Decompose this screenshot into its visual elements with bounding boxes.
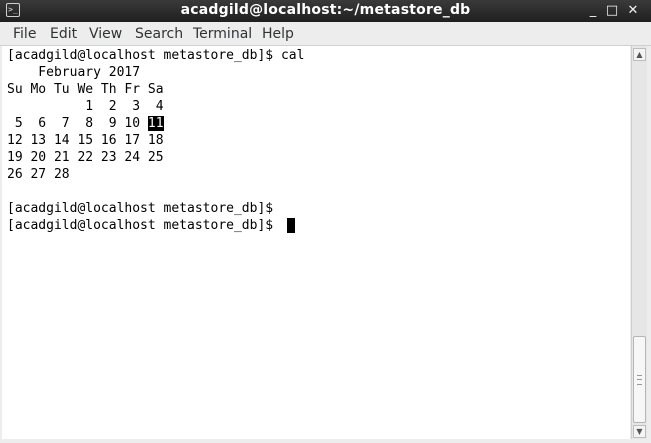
- prompt-line: [acadgild@localhost metastore_db]$ cal: [7, 47, 304, 64]
- calendar-week-4: 19 20 21 22 23 24 25: [7, 150, 164, 165]
- calendar-week-2: 5 6 7 8 9 10 11: [7, 115, 164, 132]
- close-button[interactable]: ✕: [624, 2, 642, 20]
- terminal-output[interactable]: [acadgild@localhost metastore_db]$ cal F…: [2, 46, 630, 439]
- calendar-week-1: 1 2 3 4: [7, 99, 164, 114]
- title-bar[interactable]: >_ acadgild@localhost:~/metastore_db _ □…: [0, 0, 651, 22]
- menu-bar: File Edit View Search Terminal Help: [0, 22, 651, 46]
- calendar-weekdays: Su Mo Tu We Th Fr Sa: [7, 82, 164, 97]
- menu-edit[interactable]: Edit: [50, 22, 77, 46]
- menu-file[interactable]: File: [13, 22, 36, 46]
- calendar-week-3: 12 13 14 15 16 17 18: [7, 133, 164, 148]
- menu-view[interactable]: View: [89, 22, 122, 46]
- scroll-down-icon[interactable]: ▼: [633, 425, 646, 438]
- terminal-window: >_ acadgild@localhost:~/metastore_db _ □…: [0, 0, 651, 443]
- scroll-up-icon[interactable]: ▲: [633, 48, 646, 61]
- prompt-line-3: [acadgild@localhost metastore_db]$: [7, 218, 274, 233]
- maximize-button[interactable]: □: [603, 2, 621, 20]
- minimize-button[interactable]: _: [584, 2, 602, 20]
- prompt: [acadgild@localhost metastore_db]$: [7, 48, 274, 63]
- grip-icon: [637, 375, 642, 385]
- calendar-month-header: February 2017: [7, 65, 141, 80]
- text-cursor: [287, 218, 295, 233]
- scrollbar-thumb[interactable]: [633, 336, 646, 423]
- calendar-week-5: 26 27 28: [7, 167, 70, 182]
- calendar-today: 11: [147, 116, 164, 131]
- calendar-week-2-days: 5 6 7 8 9 10: [7, 116, 148, 131]
- vertical-scrollbar[interactable]: ▲ ▼: [631, 46, 647, 439]
- window-bottom-edge: [0, 439, 651, 443]
- prompt-line-2: [acadgild@localhost metastore_db]$: [7, 201, 274, 216]
- window-title: acadgild@localhost:~/metastore_db: [180, 2, 471, 18]
- command-text: cal: [280, 48, 305, 63]
- menu-search[interactable]: Search: [135, 22, 183, 46]
- menu-help[interactable]: Help: [262, 22, 294, 46]
- menu-terminal[interactable]: Terminal: [193, 22, 252, 46]
